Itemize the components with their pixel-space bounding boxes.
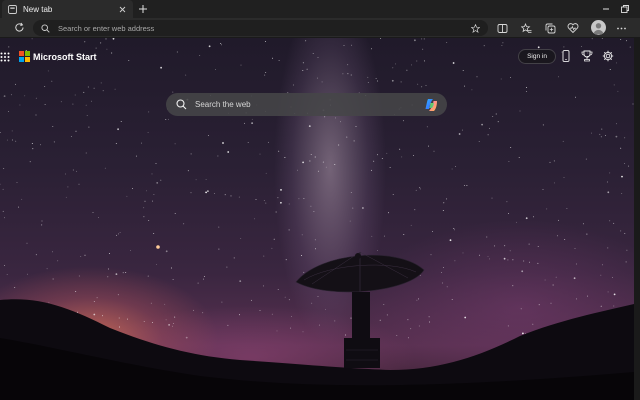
split-screen-icon[interactable]	[496, 22, 508, 34]
minimize-icon[interactable]	[600, 3, 612, 15]
search-icon	[41, 23, 50, 33]
tab-strip: New tab	[0, 0, 640, 18]
browser-toolbar	[0, 18, 640, 38]
rewards-icon[interactable]	[581, 50, 593, 62]
copilot-icon[interactable]	[423, 97, 439, 113]
restore-icon[interactable]	[619, 3, 631, 15]
mobile-icon[interactable]	[560, 50, 572, 62]
favorites-icon[interactable]	[520, 22, 532, 34]
search-input[interactable]	[195, 100, 423, 109]
browser-essentials-icon[interactable]	[567, 22, 579, 34]
refresh-icon[interactable]	[13, 21, 26, 34]
new-tab-page-icon	[8, 4, 17, 14]
tab-new-tab[interactable]: New tab	[2, 0, 133, 18]
page-scrollbar[interactable]	[634, 38, 640, 400]
apps-launcher-icon[interactable]	[0, 52, 10, 62]
microsoft-logo-icon	[19, 51, 30, 62]
address-bar[interactable]	[33, 20, 488, 36]
settings-icon[interactable]	[602, 50, 614, 62]
address-input[interactable]	[58, 23, 471, 33]
collections-icon[interactable]	[544, 22, 556, 34]
close-tab-icon[interactable]	[118, 5, 127, 14]
plus-icon[interactable]	[136, 2, 150, 16]
new-tab-page: Microsoft Start Sign in	[0, 38, 634, 400]
microsoft-start-logo[interactable]: Microsoft Start	[19, 51, 97, 62]
web-search-box[interactable]	[166, 93, 447, 116]
more-menu-icon[interactable]	[615, 22, 627, 34]
tab-title: New tab	[23, 4, 53, 14]
profile-avatar[interactable]	[591, 20, 606, 35]
search-icon	[176, 99, 187, 110]
brand-name: Microsoft Start	[33, 51, 97, 62]
add-favorite-star-icon[interactable]	[471, 23, 480, 33]
sign-in-button[interactable]: Sign in	[518, 49, 556, 64]
